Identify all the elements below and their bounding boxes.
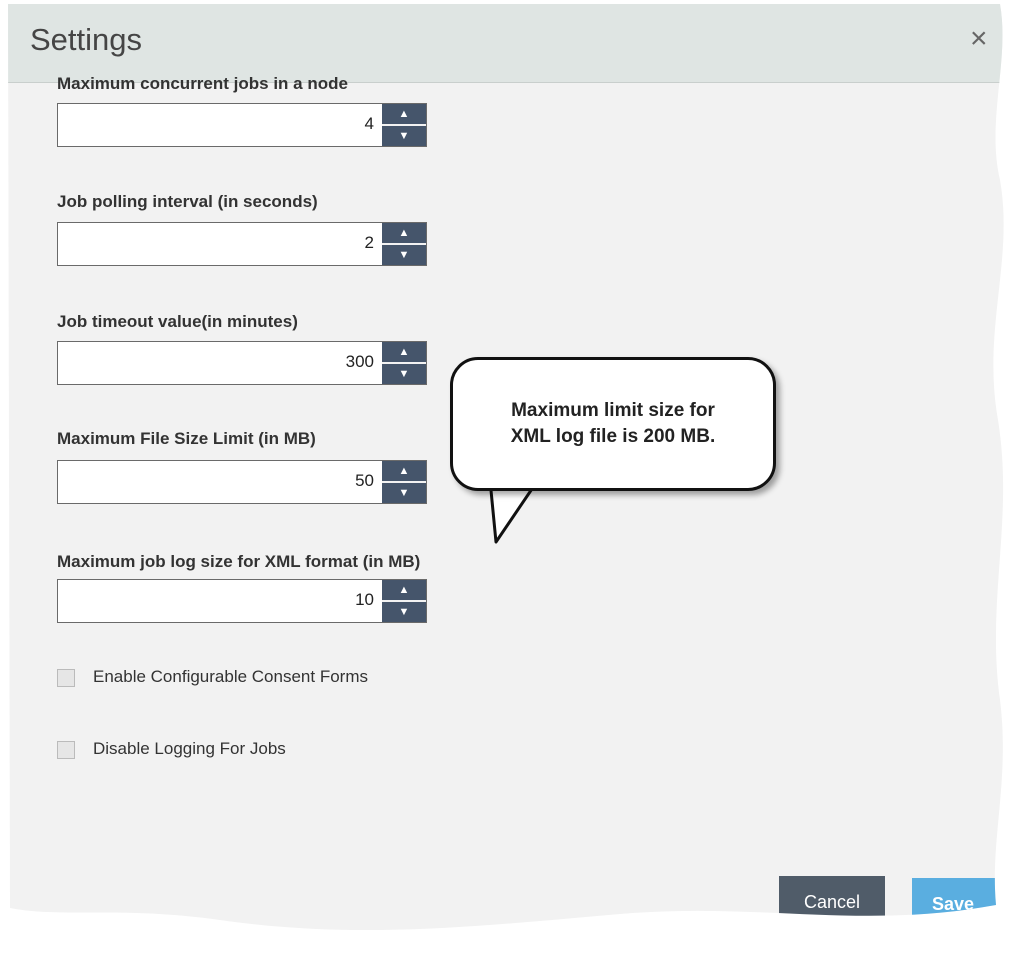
- down-arrow-icon[interactable]: ▼: [382, 602, 426, 622]
- field-value: 300: [345, 352, 374, 371]
- field-label-max-concurrent-jobs: Maximum concurrent jobs in a node: [57, 74, 348, 93]
- save-button[interactable]: Save: [912, 878, 1002, 930]
- dialog-title: Settings: [30, 22, 143, 57]
- callout-line-2: XML log file is 200 MB.: [510, 426, 716, 447]
- enable-consent-forms-checkbox[interactable]: [57, 669, 75, 687]
- number-spinner: ▲ ▼: [382, 104, 426, 146]
- number-spinner: ▲ ▼: [382, 461, 426, 503]
- close-icon[interactable]: ×: [970, 24, 988, 54]
- down-arrow-icon[interactable]: ▼: [382, 126, 426, 146]
- job-polling-interval-input[interactable]: 2 ▲ ▼: [57, 222, 427, 266]
- number-spinner: ▲ ▼: [382, 342, 426, 384]
- field-label-job-polling-interval: Job polling interval (in seconds): [57, 192, 318, 211]
- max-job-log-size-xml-input[interactable]: 10 ▲ ▼: [57, 579, 427, 623]
- disable-logging-checkbox[interactable]: [57, 741, 75, 759]
- up-arrow-icon[interactable]: ▲: [382, 104, 426, 126]
- disable-logging-label: Disable Logging For Jobs: [93, 739, 286, 758]
- down-arrow-icon[interactable]: ▼: [382, 483, 426, 503]
- field-value: 2: [364, 233, 374, 252]
- up-arrow-icon[interactable]: ▲: [382, 461, 426, 483]
- up-arrow-icon[interactable]: ▲: [382, 342, 426, 364]
- cancel-button[interactable]: Cancel: [779, 876, 885, 928]
- up-arrow-icon[interactable]: ▲: [382, 223, 426, 245]
- enable-consent-forms-label: Enable Configurable Consent Forms: [93, 667, 368, 686]
- callout-text: Maximum limit size for XML log file is 2…: [453, 398, 773, 450]
- number-spinner: ▲ ▼: [382, 580, 426, 622]
- max-file-size-input[interactable]: 50 ▲ ▼: [57, 460, 427, 504]
- job-timeout-input[interactable]: 300 ▲ ▼: [57, 341, 427, 385]
- max-concurrent-jobs-input[interactable]: 4 ▲ ▼: [57, 103, 427, 147]
- field-label-max-file-size: Maximum File Size Limit (in MB): [57, 429, 316, 448]
- dialog-header: Settings ×: [0, 0, 1036, 83]
- field-value: 10: [355, 590, 374, 609]
- number-spinner: ▲ ▼: [382, 223, 426, 265]
- up-arrow-icon[interactable]: ▲: [382, 580, 426, 602]
- callout-line-1: Maximum limit size for: [511, 400, 715, 421]
- field-label-max-job-log-size-xml: Maximum job log size for XML format (in …: [57, 552, 421, 571]
- field-value: 50: [355, 471, 374, 490]
- down-arrow-icon[interactable]: ▼: [382, 245, 426, 265]
- field-label-job-timeout: Job timeout value(in minutes): [57, 312, 298, 331]
- down-arrow-icon[interactable]: ▼: [382, 364, 426, 384]
- callout-bubble: Maximum limit size for XML log file is 2…: [450, 357, 776, 491]
- field-value: 4: [364, 114, 374, 133]
